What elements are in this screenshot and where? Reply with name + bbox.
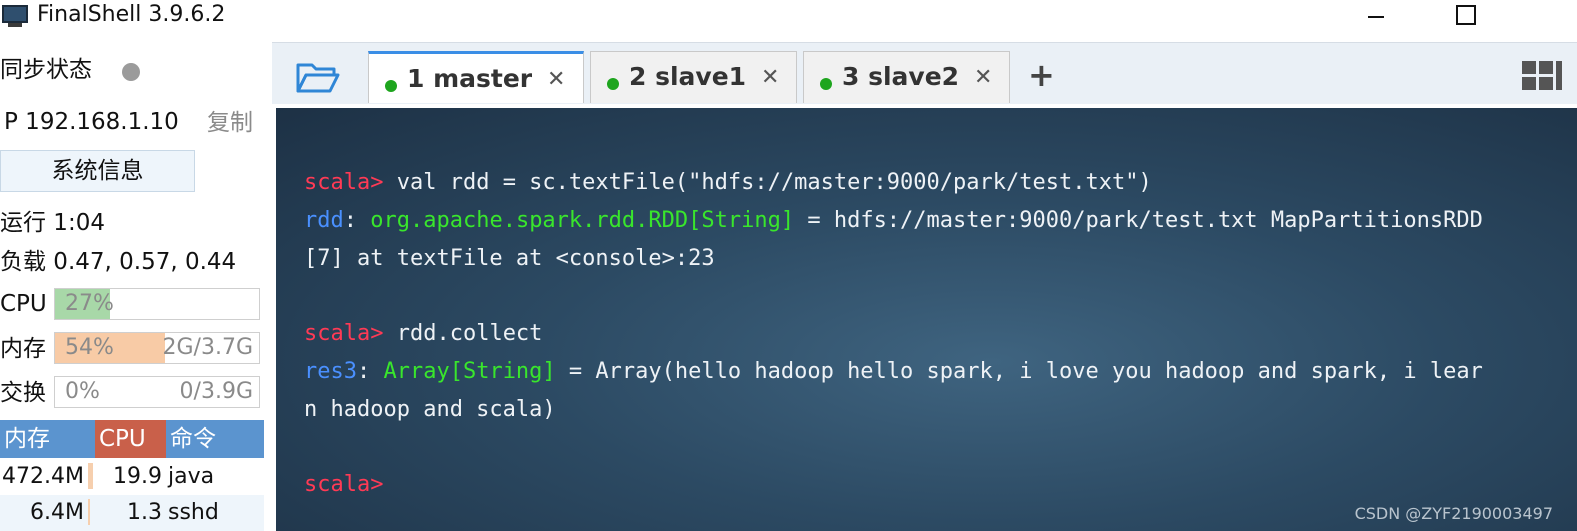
terminal-output[interactable]: scala> val rdd = sc.textFile("hdfs://mas… (276, 108, 1577, 531)
tab-label: 1 master (407, 64, 533, 93)
sync-status-label: 同步状态 (0, 57, 92, 83)
scala-prompt: scala> (304, 472, 384, 497)
uptime-text: 运行 1:04 (0, 210, 105, 236)
copy-ip-button[interactable]: 复制 (207, 108, 253, 138)
result-value: [7] at textFile at <console>:23 (304, 246, 715, 271)
system-info-button[interactable]: 系统信息 (0, 150, 195, 192)
layout-grid-icon[interactable] (1522, 61, 1562, 91)
title-bar: FinalShell 3.9.6.2 (0, 0, 1577, 34)
tab-label: 2 slave1 (629, 62, 747, 91)
process-memory-bar (88, 499, 90, 525)
app-terminal-icon (2, 5, 28, 27)
process-table-header: 内存 CPU 命令 (0, 420, 264, 458)
memory-usage: 2G/3.7G (162, 335, 254, 360)
separator: : (343, 208, 371, 233)
process-command: sshd (168, 500, 219, 525)
add-tab-icon[interactable]: + (1028, 57, 1055, 93)
maximize-button[interactable] (1446, 0, 1486, 30)
result-value: = Array(hello hadoop hello spark, i love… (555, 359, 1483, 384)
process-memory-bar (88, 463, 93, 489)
memory-percent: 54% (65, 335, 114, 360)
tab-1-master[interactable]: 1 master ✕ (368, 51, 584, 103)
col-header-memory[interactable]: 内存 (0, 420, 95, 458)
terminal-line: res3: Array[String] = Array(hello hadoop… (304, 357, 1483, 387)
terminal-line: scala> rdd.collect (304, 319, 542, 349)
close-tab-icon[interactable]: ✕ (761, 65, 779, 90)
ip-address: P 192.168.1.10 (4, 109, 179, 135)
result-type: Array[String] (383, 359, 556, 384)
folder-open-icon[interactable] (294, 57, 342, 97)
window-title: FinalShell 3.9.6.2 (37, 2, 226, 27)
process-row[interactable]: 472.4M 19.9 java (0, 459, 264, 495)
scala-prompt: scala> (304, 321, 384, 346)
terminal-line: rdd: org.apache.spark.rdd.RDD[String] = … (304, 206, 1483, 236)
cpu-percent: 27% (65, 291, 114, 316)
memory-meter: 54% 2G/3.7G (54, 332, 260, 364)
terminal-line: n hadoop and scala) (304, 395, 556, 425)
process-row[interactable]: 6.4M 1.3 sshd (0, 495, 264, 531)
connected-status-icon (607, 78, 619, 90)
tab-3-slave2[interactable]: 3 slave2 ✕ (803, 51, 1010, 103)
session-tab-bar: 1 master ✕ 2 slave1 ✕ 3 slave2 ✕ + (272, 42, 1577, 104)
sync-status-indicator-icon (122, 63, 140, 81)
close-tab-icon[interactable]: ✕ (547, 67, 565, 92)
tab-2-slave1[interactable]: 2 slave1 ✕ (590, 51, 797, 103)
watermark-text: CSDN @ZYF2190003497 (1354, 504, 1553, 523)
minimize-icon (1368, 16, 1384, 18)
separator: : (356, 359, 384, 384)
process-command: java (168, 464, 215, 489)
maximize-icon (1456, 5, 1476, 25)
swap-meter: 0% 0/3.9G (54, 376, 260, 408)
tab-label: 3 slave2 (842, 62, 960, 91)
result-value: n hadoop and scala) (304, 397, 556, 422)
minimize-button[interactable] (1356, 0, 1396, 30)
cpu-label: CPU (0, 291, 47, 317)
cpu-meter: 27% (54, 288, 260, 320)
memory-label: 内存 (0, 336, 46, 362)
command-text: val rdd = sc.textFile("hdfs://master:900… (383, 170, 1152, 195)
swap-usage: 0/3.9G (179, 379, 253, 404)
terminal-line: scala> (304, 470, 383, 500)
swap-percent: 0% (65, 379, 100, 404)
process-memory: 6.4M (30, 500, 84, 525)
result-type: org.apache.spark.rdd.RDD[String] (370, 208, 795, 233)
swap-label: 交换 (0, 380, 46, 406)
process-memory: 472.4M (2, 464, 84, 489)
result-value: = hdfs://master:9000/park/test.txt MapPa… (794, 208, 1483, 233)
connected-status-icon (820, 78, 832, 90)
process-cpu: 19.9 (113, 464, 162, 489)
terminal-line: [7] at textFile at <console>:23 (304, 244, 715, 274)
connected-status-icon (385, 80, 397, 92)
command-text: rdd.collect (383, 321, 543, 346)
col-header-cpu[interactable]: CPU (95, 420, 166, 458)
server-status-panel: 同步状态 P 192.168.1.10 复制 系统信息 运行 1:04 负载 0… (0, 40, 272, 531)
col-header-command[interactable]: 命令 (166, 420, 264, 458)
result-variable: rdd (304, 208, 344, 233)
close-tab-icon[interactable]: ✕ (974, 65, 992, 90)
terminal-line: scala> val rdd = sc.textFile("hdfs://mas… (304, 168, 1152, 198)
load-average-text: 负载 0.47, 0.57, 0.44 (0, 249, 237, 275)
process-cpu: 1.3 (127, 500, 162, 525)
scala-prompt: scala> (304, 170, 384, 195)
result-variable: res3 (304, 359, 357, 384)
